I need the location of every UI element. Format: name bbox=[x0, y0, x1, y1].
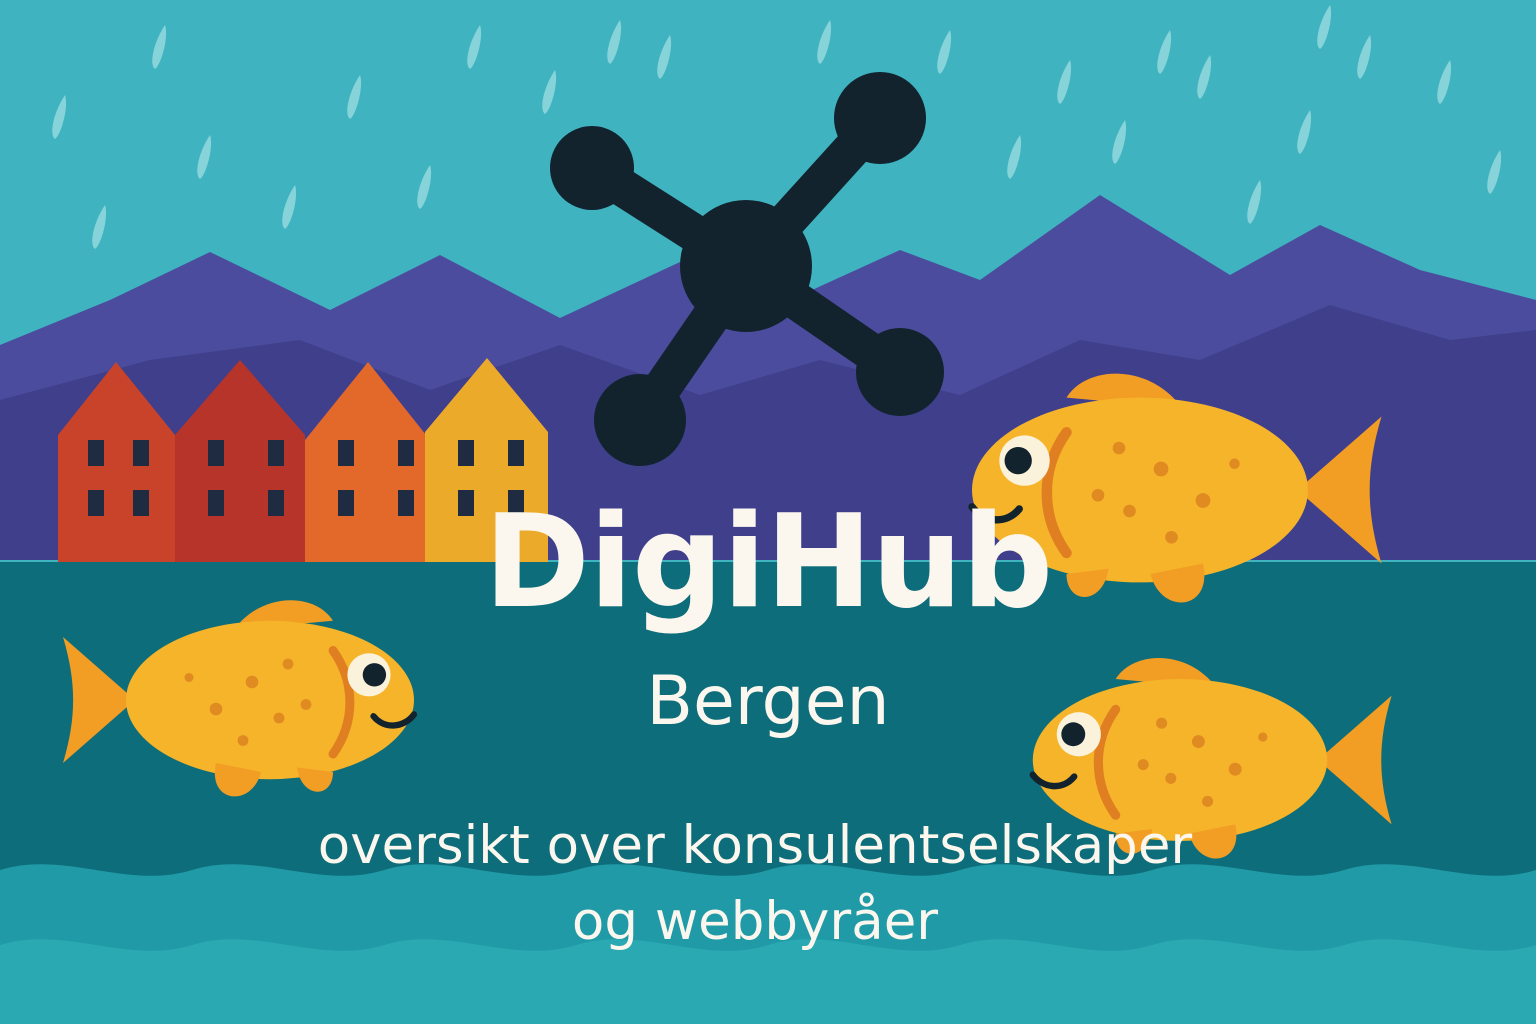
tagline-line-2: og webbyråer bbox=[571, 891, 939, 952]
house-window bbox=[208, 490, 224, 516]
house-window bbox=[458, 440, 474, 466]
house-window bbox=[133, 440, 149, 466]
house-window bbox=[338, 440, 354, 466]
house-window bbox=[398, 440, 414, 466]
house-window bbox=[208, 440, 224, 466]
tagline: oversikt over konsulentselskaper og webb… bbox=[150, 808, 1360, 960]
page-title: DigiHub bbox=[483, 488, 1054, 637]
house-window bbox=[88, 440, 104, 466]
house-window bbox=[398, 490, 414, 516]
poster: DigiHub Bergen oversikt over konsulentse… bbox=[0, 0, 1536, 1024]
page-subtitle: Bergen bbox=[646, 662, 890, 741]
house-window bbox=[338, 490, 354, 516]
tagline-line-1: oversikt over konsulentselskaper bbox=[317, 815, 1193, 876]
house-window bbox=[508, 440, 524, 466]
house-window bbox=[88, 490, 104, 516]
house-window bbox=[268, 490, 284, 516]
house-window bbox=[268, 440, 284, 466]
house-window bbox=[133, 490, 149, 516]
